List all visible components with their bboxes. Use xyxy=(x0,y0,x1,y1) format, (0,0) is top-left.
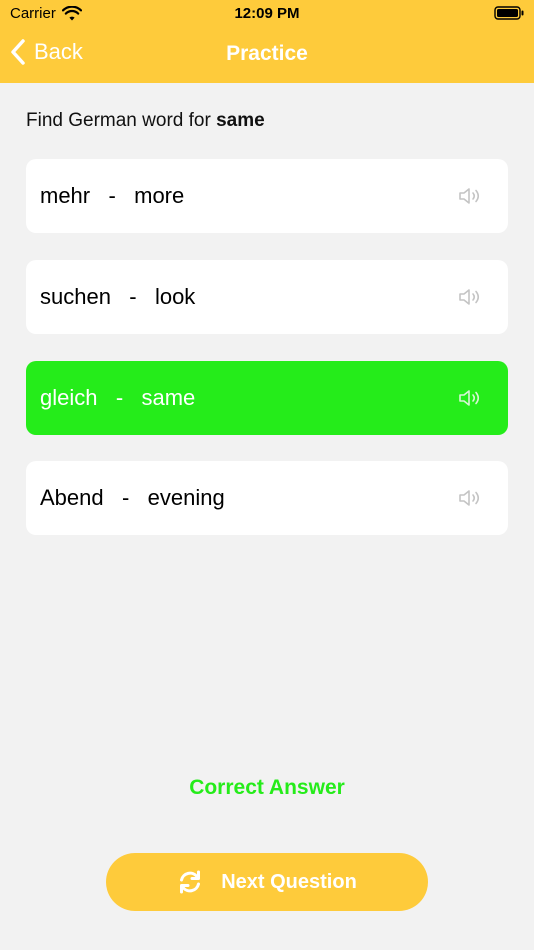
speaker-icon[interactable] xyxy=(458,489,482,507)
status-time: 12:09 PM xyxy=(234,5,300,22)
refresh-icon xyxy=(180,870,201,894)
next-question-label: Next Question xyxy=(221,870,357,893)
next-question-button[interactable]: Next Question xyxy=(106,853,428,911)
result-message: Correct Answer xyxy=(189,776,345,799)
answer-option-1[interactable]: mehr - more xyxy=(26,159,508,233)
nav-bar: Back Practice xyxy=(0,28,534,83)
speaker-icon[interactable] xyxy=(458,187,482,205)
answer-option-2[interactable]: suchen - look xyxy=(26,260,508,334)
answer-option-4[interactable]: Abend - evening xyxy=(26,461,508,535)
speaker-icon[interactable] xyxy=(458,288,482,306)
option-text: suchen - look xyxy=(40,284,196,309)
target-word: same xyxy=(216,110,265,131)
battery-icon xyxy=(494,6,524,20)
status-bar: Carrier 12:09 PM xyxy=(0,0,534,28)
page-title: Practice xyxy=(226,42,308,65)
top-bar: Carrier 12:09 PM Back Practice xyxy=(0,0,534,83)
speaker-icon[interactable] xyxy=(458,389,482,407)
prompt-prefix: Find German word for xyxy=(26,110,217,131)
answer-option-3[interactable]: gleich - same xyxy=(26,361,508,435)
option-text: gleich - same xyxy=(40,385,196,410)
option-text: Abend - evening xyxy=(40,485,225,510)
option-text: mehr - more xyxy=(40,183,185,208)
question-prompt: Find German word for same xyxy=(26,110,265,132)
